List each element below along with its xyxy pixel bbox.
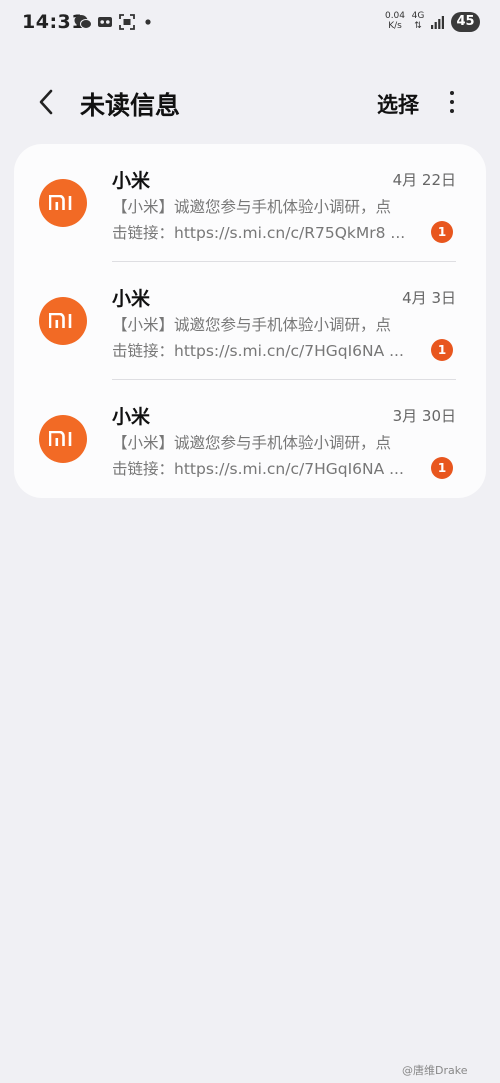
- preview-line: 【小米】诚邀您参与手机体验小调研，点: [112, 198, 392, 216]
- message-date: 4月 3日: [402, 289, 456, 307]
- unread-badge: 1: [431, 221, 453, 243]
- select-button[interactable]: 选择: [377, 89, 419, 119]
- message-list: 小米 4月 22日 【小米】诚邀您参与手机体验小调研，点 击链接：https:/…: [14, 144, 486, 498]
- preview-line: 【小米】诚邀您参与手机体验小调研，点: [112, 434, 392, 452]
- network-arrows: ⇅: [414, 21, 422, 31]
- page-title: 未读信息: [80, 91, 181, 120]
- unread-badge: 1: [431, 339, 453, 361]
- avatar: [39, 179, 87, 227]
- more-vertical-icon-dot: [450, 100, 454, 104]
- preview-line: 击链接：https://s.mi.cn/c/7HGqI6NA ...: [112, 460, 404, 478]
- network-speed: 0.04 K/s: [382, 11, 408, 31]
- message-preview: 【小米】诚邀您参与手机体验小调研，点 击链接：https://s.mi.cn/c…: [112, 312, 422, 364]
- avatar: [39, 297, 87, 345]
- message-item[interactable]: 小米 3月 30日 【小米】诚邀您参与手机体验小调研，点 击链接：https:/…: [14, 380, 486, 498]
- more-vertical-icon: [450, 91, 454, 95]
- voicemail-icon: [98, 17, 112, 27]
- header: 未读信息 选择: [0, 72, 500, 132]
- xiaomi-logo-icon: [49, 195, 72, 210]
- unread-badge: 1: [431, 457, 453, 479]
- message-date: 3月 30日: [392, 407, 456, 425]
- message-item[interactable]: 小米 4月 22日 【小米】诚邀您参与手机体验小调研，点 击链接：https:/…: [14, 144, 486, 262]
- watermark: @唐维Drake: [402, 1064, 468, 1077]
- screenshot-icon: [119, 14, 135, 30]
- preview-line: 击链接：https://s.mi.cn/c/7HGqI6NA ...: [112, 342, 404, 360]
- network-speed-value: 0.04: [384, 11, 406, 21]
- status-bar: 14:31 0.04 K/s 4G ⇅ 45: [0, 0, 500, 46]
- preview-line: 【小米】诚邀您参与手机体验小调研，点: [112, 316, 392, 334]
- sender-name: 小米: [112, 406, 151, 428]
- network-type-label: 4G: [411, 11, 425, 21]
- more-vertical-icon-dot: [450, 109, 454, 113]
- network-speed-unit: K/s: [388, 21, 402, 31]
- wechat-icon: [74, 15, 92, 29]
- xiaomi-logo-icon: [49, 313, 72, 328]
- preview-line: 击链接：https://s.mi.cn/c/R75QkMr8 ...: [112, 224, 406, 242]
- battery-indicator: 45: [451, 12, 480, 32]
- network-type: 4G ⇅: [410, 11, 426, 31]
- avatar: [39, 415, 87, 463]
- back-button[interactable]: [28, 84, 64, 120]
- chevron-left-icon: [39, 89, 53, 115]
- message-date: 4月 22日: [392, 171, 456, 189]
- dot-icon: [145, 19, 151, 25]
- more-options-button[interactable]: [440, 86, 464, 118]
- message-preview: 【小米】诚邀您参与手机体验小调研，点 击链接：https://s.mi.cn/c…: [112, 430, 422, 482]
- sender-name: 小米: [112, 170, 151, 192]
- message-item[interactable]: 小米 4月 3日 【小米】诚邀您参与手机体验小调研，点 击链接：https://…: [14, 262, 486, 380]
- signal-icon: [431, 16, 444, 29]
- message-preview: 【小米】诚邀您参与手机体验小调研，点 击链接：https://s.mi.cn/c…: [112, 194, 422, 246]
- sender-name: 小米: [112, 288, 151, 310]
- xiaomi-logo-icon: [49, 431, 72, 446]
